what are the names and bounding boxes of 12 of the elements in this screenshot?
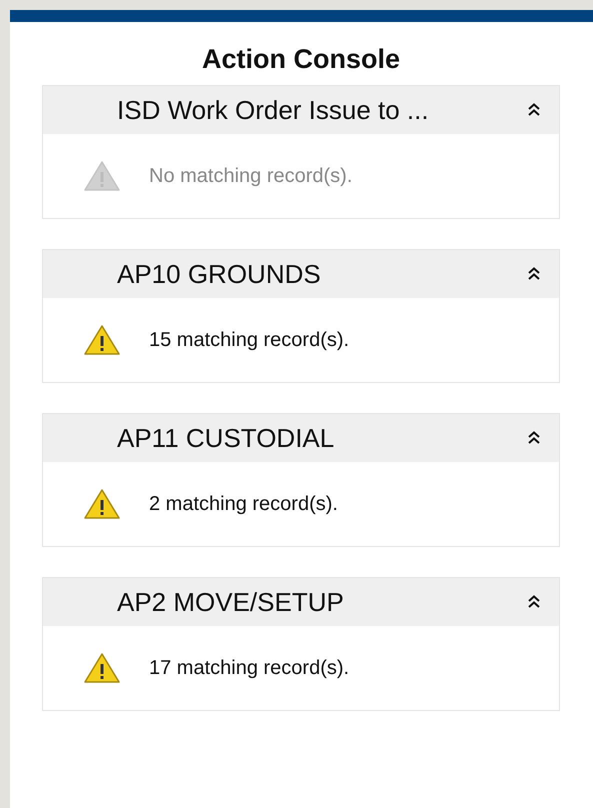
collapse-button[interactable] (527, 595, 541, 609)
record-count: 15 matching record(s). (149, 328, 350, 352)
page-title: Action Console (200, 44, 401, 75)
panel-title: AP10 GROUNDS (117, 258, 322, 290)
panel-title: AP11 CUSTODIAL (117, 422, 336, 454)
collapse-button[interactable] (527, 431, 541, 445)
collapse-button[interactable] (527, 267, 541, 281)
record-count: 2 matching record(s). (149, 492, 338, 516)
panel-title: AP2 MOVE/SETUP (117, 586, 345, 618)
panel-title: ISD Work Order Issue to ... (117, 94, 430, 126)
record-count: No matching record(s). (149, 164, 352, 188)
record-count: 17 matching record(s). (149, 656, 350, 680)
